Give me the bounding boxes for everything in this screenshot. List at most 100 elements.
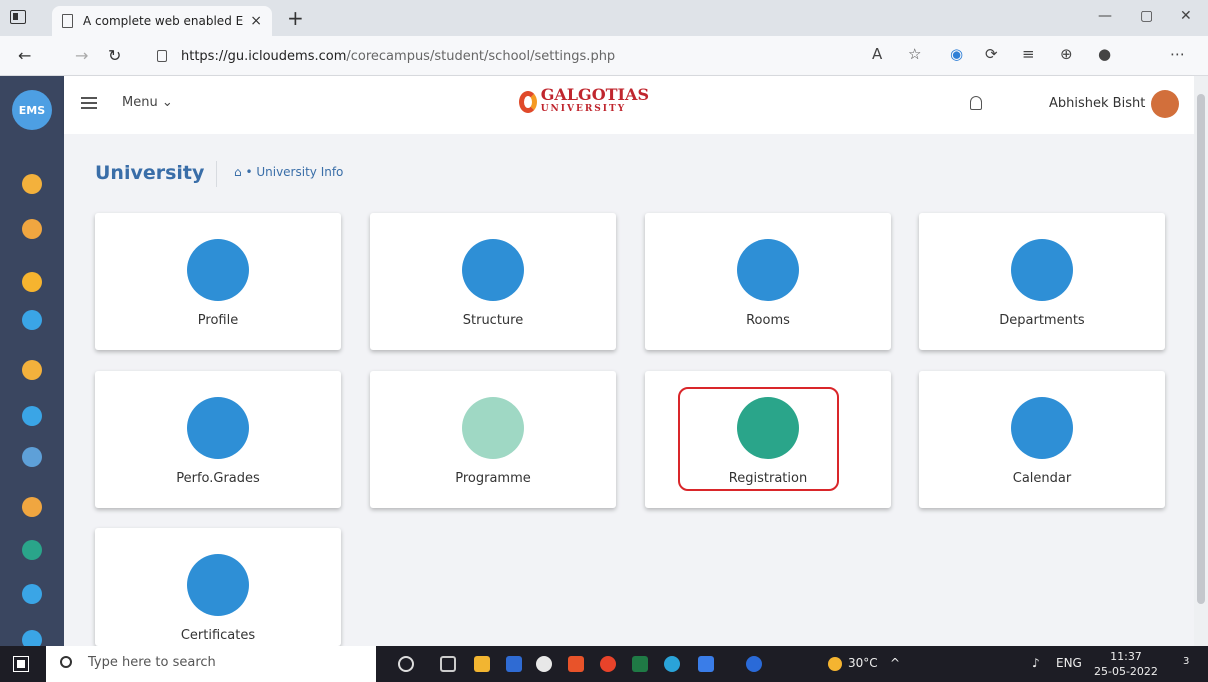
hamburger-icon[interactable] bbox=[81, 97, 97, 109]
tile-certificates[interactable]: Certificates bbox=[95, 528, 341, 646]
rail-item-icon[interactable] bbox=[22, 406, 42, 426]
logo-mark-icon bbox=[519, 91, 537, 113]
tile-calendar[interactable]: Calendar bbox=[919, 371, 1165, 508]
tile-label: Programme bbox=[455, 471, 531, 486]
cortana-icon[interactable] bbox=[398, 656, 414, 672]
rail-item-icon[interactable] bbox=[22, 360, 42, 380]
app-header: Menu ⌄ GALGOTIAS UNIVERSITY Abhishek Bish… bbox=[64, 76, 1194, 134]
address-bar[interactable]: https://gu.icloudems.com/corecampus/stud… bbox=[145, 41, 865, 71]
file-explorer-icon[interactable] bbox=[474, 656, 490, 672]
url-path: /corecampus/student/school/settings.php bbox=[346, 48, 616, 64]
windows-start-icon[interactable] bbox=[13, 656, 29, 672]
left-sidebar: EMS bbox=[0, 76, 64, 650]
tile-label: Perfo.Grades bbox=[176, 471, 260, 486]
tile-label: Profile bbox=[197, 313, 239, 328]
notification-bell-icon[interactable] bbox=[970, 96, 982, 110]
collections-icon[interactable]: ⊕ bbox=[1060, 45, 1073, 63]
breadcrumb: ⌂ • University Info bbox=[234, 165, 344, 179]
minimize-icon[interactable]: — bbox=[1098, 8, 1112, 24]
tile-departments[interactable]: Departments bbox=[919, 213, 1165, 350]
back-icon[interactable]: ← bbox=[18, 46, 31, 65]
task-view-icon[interactable] bbox=[440, 656, 456, 672]
book-icon bbox=[462, 397, 524, 459]
chrome-icon[interactable] bbox=[600, 656, 616, 672]
rail-item-icon[interactable] bbox=[22, 497, 42, 517]
tray-chevron-icon[interactable]: ^ bbox=[890, 656, 900, 670]
breadcrumb-current: University Info bbox=[256, 165, 344, 179]
scrollbar[interactable] bbox=[1194, 76, 1208, 646]
tile-profile[interactable]: Profile bbox=[95, 213, 341, 350]
hierarchy-icon bbox=[462, 239, 524, 301]
tile-programme[interactable]: Programme bbox=[370, 371, 616, 508]
forward-icon[interactable]: → bbox=[75, 46, 88, 65]
profile-icon[interactable]: ● bbox=[1098, 45, 1111, 63]
university-logo: GALGOTIAS UNIVERSITY bbox=[519, 82, 649, 122]
title-divider bbox=[216, 161, 217, 187]
page-icon bbox=[62, 14, 73, 28]
edge-icon[interactable] bbox=[664, 656, 680, 672]
app-icon[interactable] bbox=[536, 656, 552, 672]
browser-toolbar: ← → ↻ https://gu.icloudems.com/corecampu… bbox=[0, 36, 1208, 76]
weather-temp[interactable]: 30°C bbox=[848, 656, 878, 670]
registration-highlight bbox=[678, 387, 839, 491]
close-window-icon[interactable]: ✕ bbox=[1180, 8, 1192, 24]
tile-label: Departments bbox=[999, 313, 1085, 328]
clock-date: 25-05-2022 bbox=[1094, 665, 1158, 678]
zoom-icon[interactable] bbox=[698, 656, 714, 672]
clock-time: 11:37 bbox=[1110, 650, 1142, 663]
new-tab-button[interactable]: + bbox=[287, 6, 304, 30]
taskbar-search-box[interactable]: Type here to search bbox=[46, 646, 376, 682]
tile-label: Calendar bbox=[1012, 471, 1072, 486]
speaker-icon[interactable]: ♪ bbox=[1032, 656, 1040, 670]
url-host: https://gu.icloudems.com bbox=[181, 48, 347, 64]
rail-item-icon[interactable] bbox=[22, 584, 42, 604]
tile-perfo-grades[interactable]: Perfo.Grades bbox=[95, 371, 341, 508]
tab-title: A complete web enabled Educat bbox=[83, 14, 244, 28]
refresh-icon[interactable]: ↻ bbox=[108, 46, 121, 65]
close-tab-icon[interactable]: × bbox=[250, 13, 262, 29]
more-icon[interactable]: ⋯ bbox=[1170, 45, 1185, 63]
read-aloud-icon[interactable]: A bbox=[872, 45, 882, 63]
tab-actions-icon[interactable] bbox=[10, 10, 26, 24]
browser-tab[interactable]: A complete web enabled Educat × bbox=[52, 6, 272, 36]
certificate-icon bbox=[187, 554, 249, 616]
scrollbar-thumb[interactable] bbox=[1197, 94, 1205, 604]
notification-count[interactable]: 3 bbox=[1183, 656, 1189, 667]
weather-icon[interactable] bbox=[828, 657, 842, 671]
calendar-icon bbox=[1011, 397, 1073, 459]
favorite-icon[interactable]: ☆ bbox=[908, 45, 921, 63]
windows-taskbar: Type here to search 30°C ^ ♪ ENG 11:37 2… bbox=[0, 646, 1208, 682]
favorites-list-icon[interactable]: ≡ bbox=[1022, 45, 1035, 63]
departments-icon bbox=[1011, 239, 1073, 301]
dropbox-icon[interactable] bbox=[506, 656, 522, 672]
tile-rooms[interactable]: Rooms bbox=[645, 213, 891, 350]
search-icon bbox=[60, 656, 72, 668]
user-name[interactable]: Abhishek Bisht bbox=[1049, 96, 1145, 111]
extension-icon[interactable]: ◉ bbox=[950, 45, 963, 63]
tile-label: Rooms bbox=[746, 313, 790, 328]
building-icon bbox=[187, 239, 249, 301]
rail-item-icon[interactable] bbox=[22, 272, 42, 292]
taskbar-clock[interactable]: 11:37 25-05-2022 bbox=[1094, 649, 1158, 679]
bar-chart-icon bbox=[187, 397, 249, 459]
restore-icon[interactable]: ▢ bbox=[1140, 8, 1153, 24]
tile-label: Certificates bbox=[180, 628, 256, 643]
rail-item-icon[interactable] bbox=[22, 447, 42, 467]
help-icon[interactable] bbox=[746, 656, 762, 672]
office-icon[interactable] bbox=[568, 656, 584, 672]
tile-structure[interactable]: Structure bbox=[370, 213, 616, 350]
sync-icon[interactable]: ⟳ bbox=[985, 45, 998, 63]
avatar[interactable] bbox=[1151, 90, 1179, 118]
rail-item-icon[interactable] bbox=[22, 310, 42, 330]
rail-item-icon[interactable] bbox=[22, 219, 42, 239]
menu-toggle[interactable]: Menu ⌄ bbox=[122, 95, 173, 110]
page-title: University bbox=[95, 162, 205, 184]
home-icon[interactable]: ⌂ bbox=[234, 165, 242, 179]
logo-sub: UNIVERSITY bbox=[540, 104, 627, 114]
excel-icon[interactable] bbox=[632, 656, 648, 672]
tile-label: Structure bbox=[462, 313, 524, 328]
language-indicator[interactable]: ENG bbox=[1056, 656, 1082, 670]
rail-item-icon[interactable] bbox=[22, 540, 42, 560]
ems-logo[interactable]: EMS bbox=[12, 90, 52, 130]
rail-item-icon[interactable] bbox=[22, 174, 42, 194]
